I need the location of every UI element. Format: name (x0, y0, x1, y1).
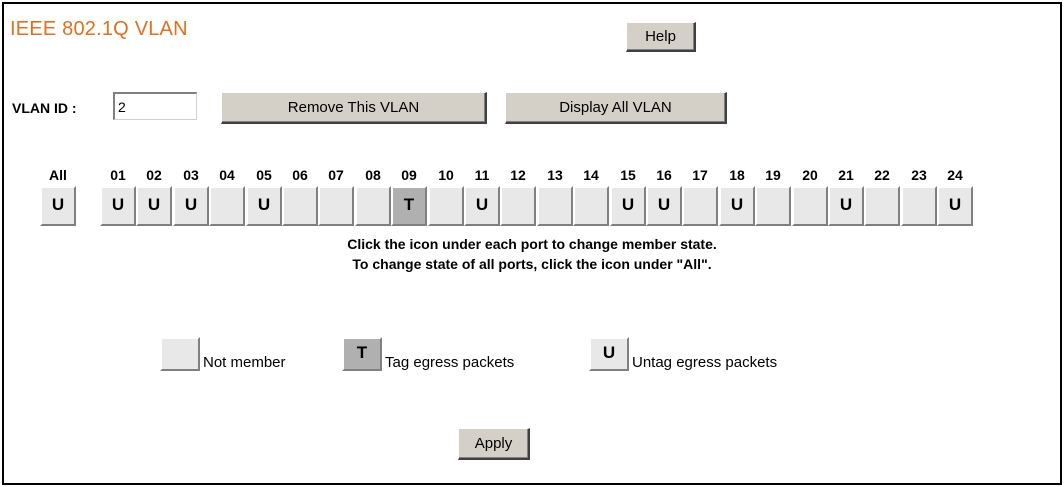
legend-not-member-label: Not member (203, 354, 286, 371)
port-state-15[interactable]: U (610, 186, 646, 226)
vlan-id-label: VLAN ID : (12, 100, 77, 116)
port-header-21: 21 (838, 167, 854, 183)
port-state-24[interactable]: U (937, 186, 973, 226)
hint-line-1: Click the icon under each port to change… (347, 236, 717, 252)
apply-button[interactable]: Apply (458, 428, 530, 460)
port-header-10: 10 (438, 167, 454, 183)
port-state-14[interactable] (573, 186, 609, 226)
port-state-18[interactable]: U (719, 186, 755, 226)
port-state-12[interactable] (500, 186, 536, 226)
port-header-05: 05 (256, 167, 272, 183)
display-all-vlan-button[interactable]: Display All VLAN (505, 92, 727, 124)
hint-line-2: To change state of all ports, click the … (352, 256, 712, 272)
port-header-20: 20 (802, 167, 818, 183)
port-state-23[interactable] (901, 186, 937, 226)
port-header-22: 22 (874, 167, 890, 183)
port-header-04: 04 (219, 167, 235, 183)
port-header-11: 11 (474, 167, 490, 183)
port-header-16: 16 (656, 167, 672, 183)
page-title: IEEE 802.1Q VLAN (10, 18, 188, 40)
port-header-03: 03 (183, 167, 199, 183)
remove-vlan-button[interactable]: Remove This VLAN (221, 92, 487, 124)
port-header-24: 24 (947, 167, 963, 183)
port-header-02: 02 (146, 167, 162, 183)
port-state-03[interactable]: U (173, 186, 209, 226)
port-header-19: 19 (765, 167, 781, 183)
port-state-06[interactable] (282, 186, 318, 226)
port-header-23: 23 (911, 167, 927, 183)
legend-tag-label: Tag egress packets (385, 354, 515, 371)
legend-untag-label: Untag egress packets (632, 354, 778, 371)
port-header-08: 08 (365, 167, 381, 183)
port-header-07: 07 (328, 167, 344, 183)
legend-tag-box: T (342, 337, 382, 371)
port-header-06: 06 (292, 167, 308, 183)
port-state-16[interactable]: U (646, 186, 682, 226)
port-header-14: 14 (583, 167, 599, 183)
port-header-13: 13 (547, 167, 563, 183)
port-state-11[interactable]: U (464, 186, 500, 226)
help-button[interactable]: Help (626, 22, 696, 52)
port-header-12: 12 (510, 167, 526, 183)
port-state-02[interactable]: U (136, 186, 172, 226)
legend-not-member-box (160, 337, 200, 371)
port-state-20[interactable] (792, 186, 828, 226)
port-state-09[interactable]: T (391, 186, 427, 226)
port-header-17: 17 (692, 167, 708, 183)
port-state-04[interactable] (209, 186, 245, 226)
port-state-21[interactable]: U (828, 186, 864, 226)
port-state-all[interactable]: U (40, 186, 76, 226)
vlan-id-input[interactable] (113, 92, 197, 120)
port-header-all: All (49, 167, 67, 183)
port-header-01: 01 (110, 167, 126, 183)
port-state-17[interactable] (682, 186, 718, 226)
port-header-18: 18 (729, 167, 745, 183)
port-state-19[interactable] (755, 186, 791, 226)
port-state-05[interactable]: U (246, 186, 282, 226)
port-state-08[interactable] (355, 186, 391, 226)
port-state-22[interactable] (864, 186, 900, 226)
port-header-15: 15 (620, 167, 636, 183)
port-state-10[interactable] (428, 186, 464, 226)
port-state-07[interactable] (318, 186, 354, 226)
port-state-01[interactable]: U (100, 186, 136, 226)
port-header-09: 09 (401, 167, 417, 183)
legend-untag-box: U (589, 337, 629, 371)
port-state-13[interactable] (537, 186, 573, 226)
